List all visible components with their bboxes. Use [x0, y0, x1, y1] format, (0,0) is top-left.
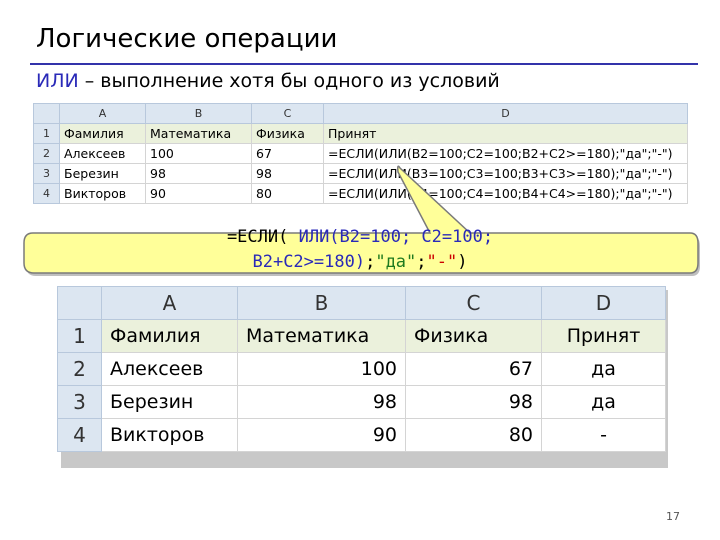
formula-sum-condition: B2+C2>=180)	[252, 252, 366, 272]
column-header-d[interactable]: D	[541, 286, 666, 320]
column-header-b[interactable]: B	[237, 286, 406, 320]
cell-d3[interactable]: да	[541, 385, 666, 419]
cell-a1[interactable]: Фамилия	[101, 319, 238, 353]
row-header[interactable]: 3	[57, 385, 102, 419]
select-all-corner[interactable]	[57, 286, 102, 320]
formula-separator: ;	[365, 252, 376, 272]
table-row: 3 Березин 98 98 да	[57, 385, 666, 419]
table-row: 4 Викторов 90 80 -	[57, 418, 666, 452]
formula-separator: ;	[416, 252, 427, 272]
page-number: 17	[666, 510, 680, 523]
row-header[interactable]: 4	[57, 418, 102, 452]
cell-d4[interactable]: -	[541, 418, 666, 452]
cell-d2[interactable]: да	[541, 352, 666, 386]
cell-c2[interactable]: 67	[405, 352, 542, 386]
formula-false-value: "-"	[426, 252, 458, 272]
cell-c1[interactable]: Физика	[405, 319, 542, 353]
formula-line-1: =ЕСЛИ( ИЛИ(B2=100; C2=100;	[24, 225, 696, 250]
cell-b2[interactable]: 100	[237, 352, 406, 386]
formula-if: =ЕСЛИ(	[226, 227, 299, 247]
row-header[interactable]: 1	[57, 319, 102, 353]
cell-a2[interactable]: Алексеев	[101, 352, 238, 386]
table-row: 1 Фамилия Математика Физика Принят	[57, 319, 666, 353]
column-header-c[interactable]: C	[405, 286, 542, 320]
cell-c4[interactable]: 80	[405, 418, 542, 452]
formula-line-2: B2+C2>=180);"да";"-")	[24, 250, 696, 275]
cell-b3[interactable]: 98	[237, 385, 406, 419]
column-header-row: A B C D	[57, 286, 666, 320]
formula-close-paren: )	[457, 252, 468, 272]
cell-a4[interactable]: Викторов	[101, 418, 238, 452]
cell-d1[interactable]: Принят	[541, 319, 666, 353]
formula-or-part: ИЛИ(B2=100; C2=100;	[298, 227, 494, 247]
cell-b1[interactable]: Математика	[237, 319, 406, 353]
cell-a3[interactable]: Березин	[101, 385, 238, 419]
table-row: 2 Алексеев 100 67 да	[57, 352, 666, 386]
formula-callout: =ЕСЛИ( ИЛИ(B2=100; C2=100; B2+C2>=180);"…	[24, 225, 696, 275]
row-header[interactable]: 2	[57, 352, 102, 386]
cell-b4[interactable]: 90	[237, 418, 406, 452]
bottom-spreadsheet: A B C D 1 Фамилия Математика Физика Прин…	[57, 286, 666, 452]
column-header-a[interactable]: A	[101, 286, 238, 320]
formula-true-value: "да"	[375, 252, 417, 272]
cell-c3[interactable]: 98	[405, 385, 542, 419]
